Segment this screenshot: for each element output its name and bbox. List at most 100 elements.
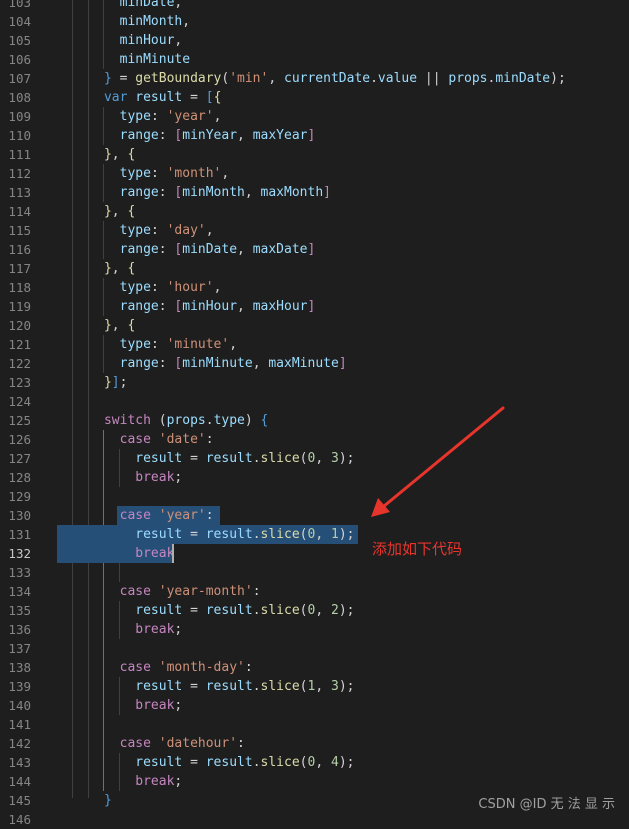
- code-text[interactable]: type: 'minute',: [57, 335, 237, 354]
- code-text[interactable]: minDate,: [57, 0, 183, 12]
- code-line[interactable]: 115 type: 'day',: [0, 221, 629, 240]
- code-text[interactable]: minMinute: [57, 50, 190, 69]
- code-line[interactable]: 130 case 'year':: [0, 506, 629, 525]
- code-line[interactable]: 114 }, {: [0, 202, 629, 221]
- code-line[interactable]: 143 result = result.slice(0, 4);: [0, 753, 629, 772]
- code-line[interactable]: 138 case 'month-day':: [0, 658, 629, 677]
- code-token: [: [205, 90, 214, 105]
- code-token: :: [150, 166, 167, 181]
- code-text[interactable]: var result = [{: [57, 88, 221, 107]
- code-token: ,: [174, 0, 183, 10]
- code-line[interactable]: 113 range: [minMonth, maxMonth]: [0, 183, 629, 202]
- code-line[interactable]: 134 case 'year-month':: [0, 582, 629, 601]
- code-line[interactable]: 103 minDate,: [0, 0, 629, 12]
- code-text[interactable]: result = result.slice(0, 3);: [57, 449, 354, 468]
- code-token: slice: [260, 603, 300, 618]
- code-line[interactable]: 129: [0, 487, 629, 506]
- code-line[interactable]: 112 type: 'month',: [0, 164, 629, 183]
- code-line[interactable]: 140 break;: [0, 696, 629, 715]
- code-line[interactable]: 109 type: 'year',: [0, 107, 629, 126]
- code-line[interactable]: 124: [0, 392, 629, 411]
- code-line[interactable]: 108 var result = [{: [0, 88, 629, 107]
- code-text[interactable]: minHour,: [57, 31, 183, 50]
- code-line[interactable]: 116 range: [minDate, maxDate]: [0, 240, 629, 259]
- code-text[interactable]: }, {: [57, 145, 135, 164]
- code-line[interactable]: 141: [0, 715, 629, 734]
- code-text[interactable]: break;: [57, 468, 182, 487]
- code-text[interactable]: case 'datehour':: [57, 734, 245, 753]
- code-line[interactable]: 105 minHour,: [0, 31, 629, 50]
- code-line[interactable]: 123 }];: [0, 373, 629, 392]
- code-line[interactable]: 122 range: [minMinute, maxMinute]: [0, 354, 629, 373]
- code-text[interactable]: break;: [57, 696, 182, 715]
- code-line[interactable]: 133: [0, 563, 629, 582]
- code-line[interactable]: 144 break;: [0, 772, 629, 791]
- code-token: .: [252, 451, 261, 466]
- code-text[interactable]: result = result.slice(0, 1);: [57, 525, 354, 544]
- code-text[interactable]: range: [minMonth, maxMonth]: [57, 183, 331, 202]
- code-text[interactable]: break: [57, 544, 174, 563]
- code-token: result: [135, 90, 183, 105]
- code-text[interactable]: type: 'year',: [57, 107, 222, 126]
- code-line[interactable]: 132 break: [0, 544, 629, 563]
- code-line[interactable]: 107 } = getBoundary('min', currentDate.v…: [0, 69, 629, 88]
- code-token: :: [205, 432, 214, 447]
- code-token: type: [119, 109, 151, 124]
- code-text[interactable]: result = result.slice(1, 3);: [57, 677, 354, 696]
- code-text[interactable]: break;: [57, 620, 182, 639]
- line-number: 105: [8, 33, 31, 48]
- line-number: 131: [8, 527, 31, 542]
- code-line[interactable]: 120 }, {: [0, 316, 629, 335]
- code-token: ,: [315, 755, 331, 770]
- code-text[interactable]: range: [minDate, maxDate]: [57, 240, 316, 259]
- code-line[interactable]: 118 type: 'hour',: [0, 278, 629, 297]
- code-line[interactable]: 136 break;: [0, 620, 629, 639]
- code-line[interactable]: 119 range: [minHour, maxHour]: [0, 297, 629, 316]
- code-line[interactable]: 139 result = result.slice(1, 3);: [0, 677, 629, 696]
- code-text[interactable]: }, {: [57, 202, 135, 221]
- code-text[interactable]: type: 'day',: [57, 221, 214, 240]
- code-line[interactable]: 117 }, {: [0, 259, 629, 278]
- code-lines[interactable]: 103 minDate, 104 minMonth, 105 minHour, 106…: [0, 0, 629, 829]
- code-editor[interactable]: 103 minDate, 104 minMonth, 105 minHour, 106…: [0, 0, 629, 829]
- code-token: maxHour: [252, 299, 308, 314]
- code-line[interactable]: 135 result = result.slice(0, 2);: [0, 601, 629, 620]
- code-token: break: [135, 622, 175, 637]
- code-line[interactable]: 106 minMinute: [0, 50, 629, 69]
- code-text[interactable]: switch (props.type) {: [57, 411, 268, 430]
- code-line[interactable]: 110 range: [minYear, maxYear]: [0, 126, 629, 145]
- code-text[interactable]: type: 'hour',: [57, 278, 222, 297]
- code-text[interactable]: case 'month-day':: [57, 658, 253, 677]
- code-line[interactable]: 137: [0, 639, 629, 658]
- code-text[interactable]: }, {: [57, 259, 135, 278]
- code-line[interactable]: 111 }, {: [0, 145, 629, 164]
- code-text[interactable]: }];: [57, 373, 127, 392]
- code-text[interactable]: case 'year':: [57, 506, 214, 525]
- code-text[interactable]: }, {: [57, 316, 135, 335]
- code-text[interactable]: result = result.slice(0, 4);: [57, 753, 354, 772]
- code-text[interactable]: range: [minHour, maxHour]: [57, 297, 316, 316]
- code-line[interactable]: 126 case 'date':: [0, 430, 629, 449]
- code-token: ,: [213, 109, 222, 124]
- code-text[interactable]: case 'date':: [57, 430, 214, 449]
- code-text[interactable]: break;: [57, 772, 182, 791]
- code-text[interactable]: type: 'month',: [57, 164, 230, 183]
- code-token: result: [135, 451, 183, 466]
- code-text[interactable]: range: [minMinute, maxMinute]: [57, 354, 347, 373]
- code-line[interactable]: 142 case 'datehour':: [0, 734, 629, 753]
- code-line[interactable]: 128 break;: [0, 468, 629, 487]
- code-text[interactable]: } = getBoundary('min', currentDate.value…: [57, 69, 566, 88]
- code-text[interactable]: case 'year-month':: [57, 582, 261, 601]
- code-line[interactable]: 125 switch (props.type) {: [0, 411, 629, 430]
- code-line[interactable]: 104 minMonth,: [0, 12, 629, 31]
- code-text[interactable]: result = result.slice(0, 2);: [57, 601, 354, 620]
- code-token: slice: [260, 679, 300, 694]
- code-line[interactable]: 131 result = result.slice(0, 1);: [0, 525, 629, 544]
- code-line[interactable]: 127 result = result.slice(0, 3);: [0, 449, 629, 468]
- code-text[interactable]: minMonth,: [57, 12, 190, 31]
- code-text[interactable]: }: [57, 791, 112, 810]
- code-text[interactable]: range: [minYear, maxYear]: [57, 126, 316, 145]
- code-line[interactable]: 121 type: 'minute',: [0, 335, 629, 354]
